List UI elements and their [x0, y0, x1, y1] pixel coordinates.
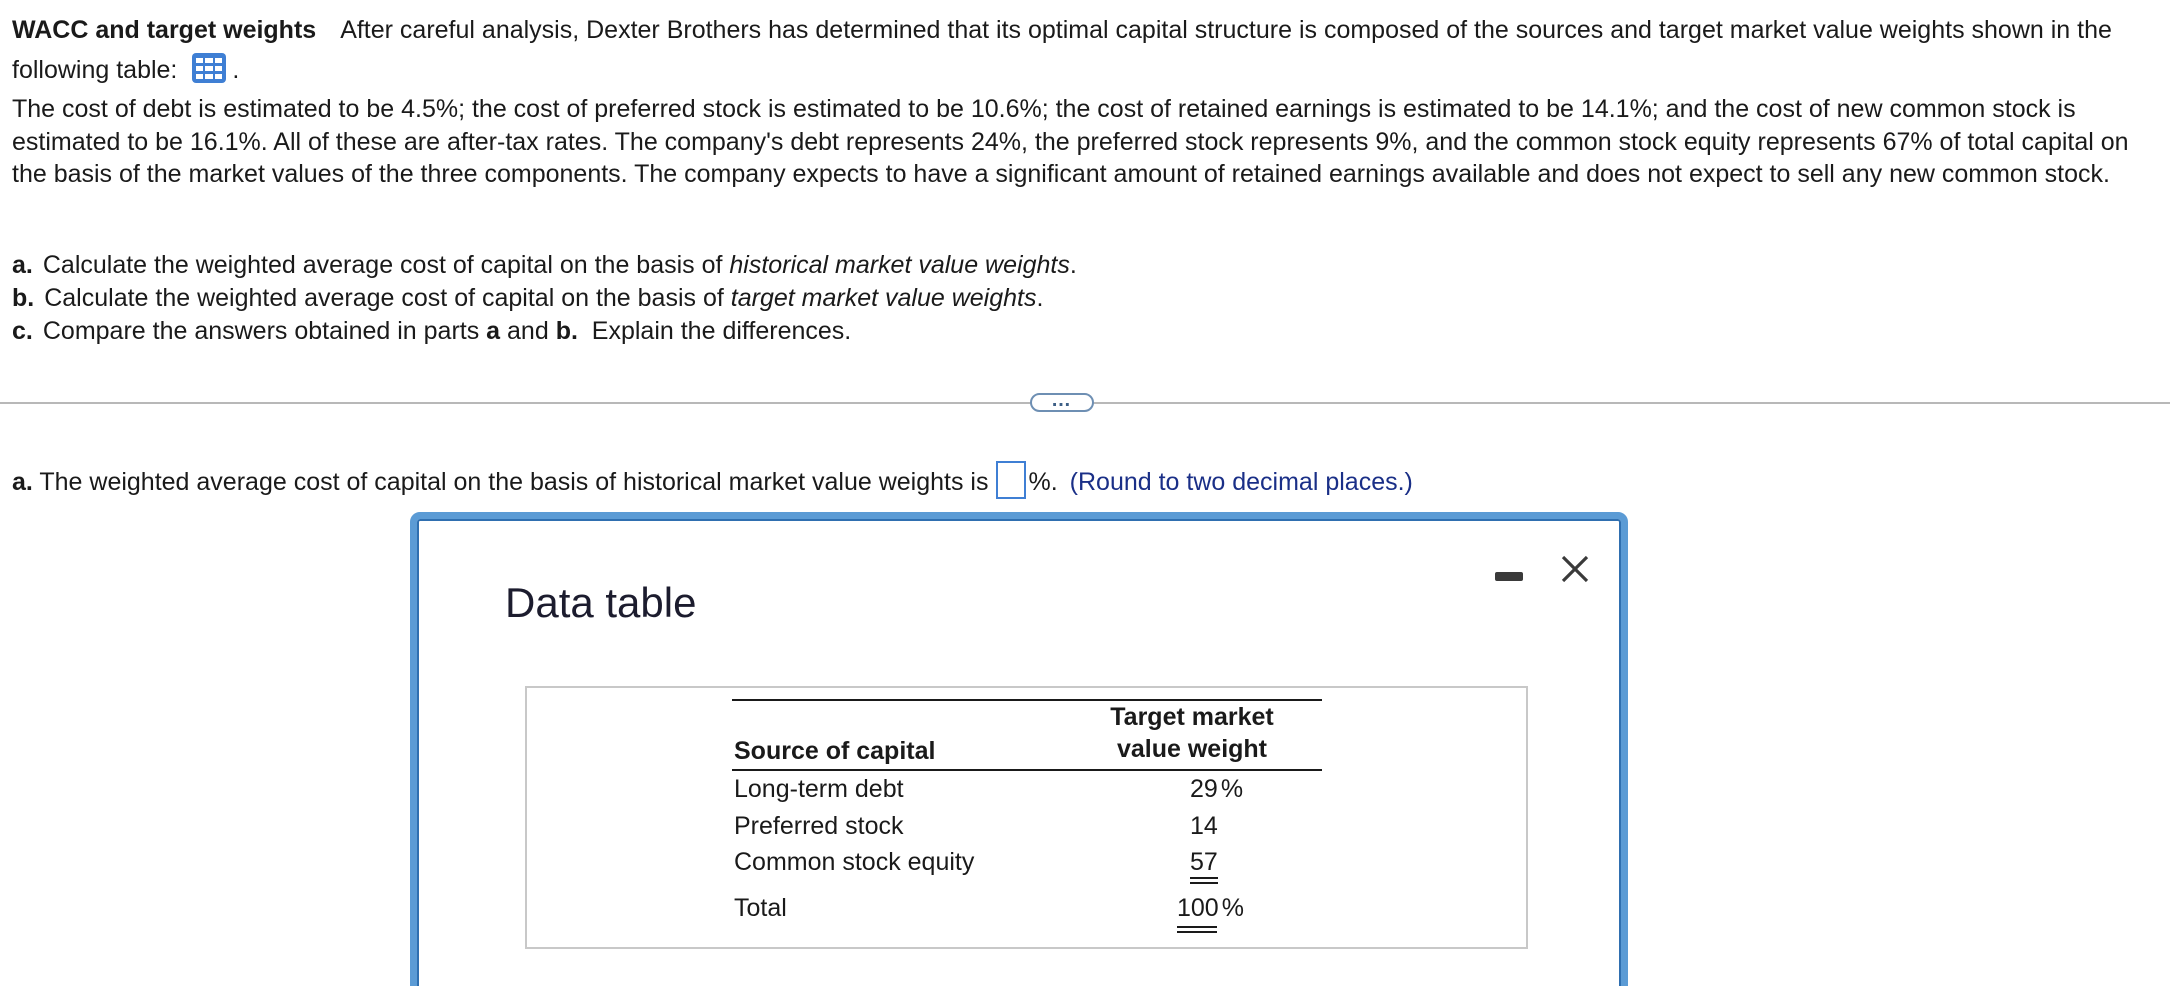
- weight-value: 29: [1190, 775, 1218, 803]
- question-letter: a.: [12, 468, 33, 496]
- table-header-rule: [732, 769, 1322, 771]
- part-text: Compare the answers obtained in parts: [42, 317, 487, 345]
- page: WACC and target weights After careful ana…: [0, 0, 2170, 986]
- answer-unit: %.: [1028, 468, 1058, 496]
- data-table-modal: Data table Source of capital Target mark…: [410, 512, 1628, 986]
- subtotal-double-rule-bottom: [1190, 882, 1218, 884]
- row-weight: 57: [1190, 848, 1218, 877]
- total-double-rule-bottom: [1177, 931, 1217, 933]
- problem-intro: After careful analysis, Dexter Brothers …: [12, 16, 2112, 84]
- weight-value: 14: [1190, 812, 1218, 840]
- rounding-hint: (Round to two decimal places.): [1069, 468, 1413, 496]
- table-grid-icon[interactable]: [192, 53, 227, 84]
- header-weight-line1: Target market: [1110, 703, 1274, 731]
- weight-value: 100: [1177, 894, 1219, 922]
- answer-input[interactable]: [996, 461, 1027, 500]
- close-icon[interactable]: [1555, 549, 1595, 589]
- problem-paragraph: The cost of debt is estimated to be 4.5%…: [12, 95, 2129, 188]
- problem-intro-end: .: [232, 56, 240, 84]
- part-c: c. Compare the answers obtained in parts …: [12, 315, 1077, 348]
- row-weight: 100%: [1177, 894, 1244, 923]
- weight-suffix: %: [1221, 894, 1244, 922]
- weight-value: 57: [1190, 848, 1218, 876]
- part-italic: historical market value weights: [729, 251, 1070, 279]
- row-weight: 29%: [1190, 775, 1243, 804]
- part-text-end: .: [1069, 251, 1077, 279]
- row-source: Common stock equity: [734, 848, 975, 876]
- question-text: The weighted average cost of capital on …: [39, 468, 989, 496]
- expand-more-button[interactable]: …: [1030, 390, 1094, 412]
- part-text: Calculate the weighted average cost of c…: [42, 251, 730, 279]
- header-source: Source of capital: [734, 737, 936, 765]
- total-double-rule-top: [1177, 926, 1217, 928]
- part-letter: b.: [12, 284, 35, 312]
- header-weight-line2: value weight: [1116, 735, 1268, 763]
- row-weight: 14: [1190, 812, 1218, 841]
- problem-statement: WACC and target weights After careful ana…: [12, 10, 2162, 90]
- part-bold-b: b.: [555, 317, 578, 345]
- problem-title: WACC and target weights: [12, 16, 317, 44]
- row-source: Long-term debt: [734, 775, 904, 803]
- table-top-rule: [732, 699, 1322, 701]
- part-italic: target market value weights: [730, 284, 1037, 312]
- question-a: a. The weighted average cost of capital …: [12, 461, 1413, 500]
- part-text-end: .: [1036, 284, 1044, 312]
- minimize-icon[interactable]: [1495, 572, 1523, 581]
- part-a: a. Calculate the weighted average cost of…: [12, 249, 1077, 282]
- subtotal-double-rule-top: [1190, 877, 1218, 879]
- weight-suffix: %: [1220, 775, 1244, 803]
- modal-title: Data table: [505, 579, 697, 626]
- part-text-end: Explain the differences.: [577, 317, 852, 345]
- part-letter: c.: [12, 317, 33, 345]
- problem-parts: a. Calculate the weighted average cost of…: [12, 249, 1077, 348]
- part-letter: a.: [12, 251, 33, 279]
- part-b: b. Calculate the weighted average cost of…: [12, 282, 1077, 315]
- part-text: Calculate the weighted average cost of c…: [44, 284, 731, 312]
- row-source: Preferred stock: [734, 812, 904, 840]
- row-source: Total: [734, 894, 787, 922]
- part-text-mid: and: [500, 317, 556, 345]
- data-table-panel: Source of capital Target market value we…: [525, 686, 1528, 949]
- part-bold-a: a: [486, 317, 501, 345]
